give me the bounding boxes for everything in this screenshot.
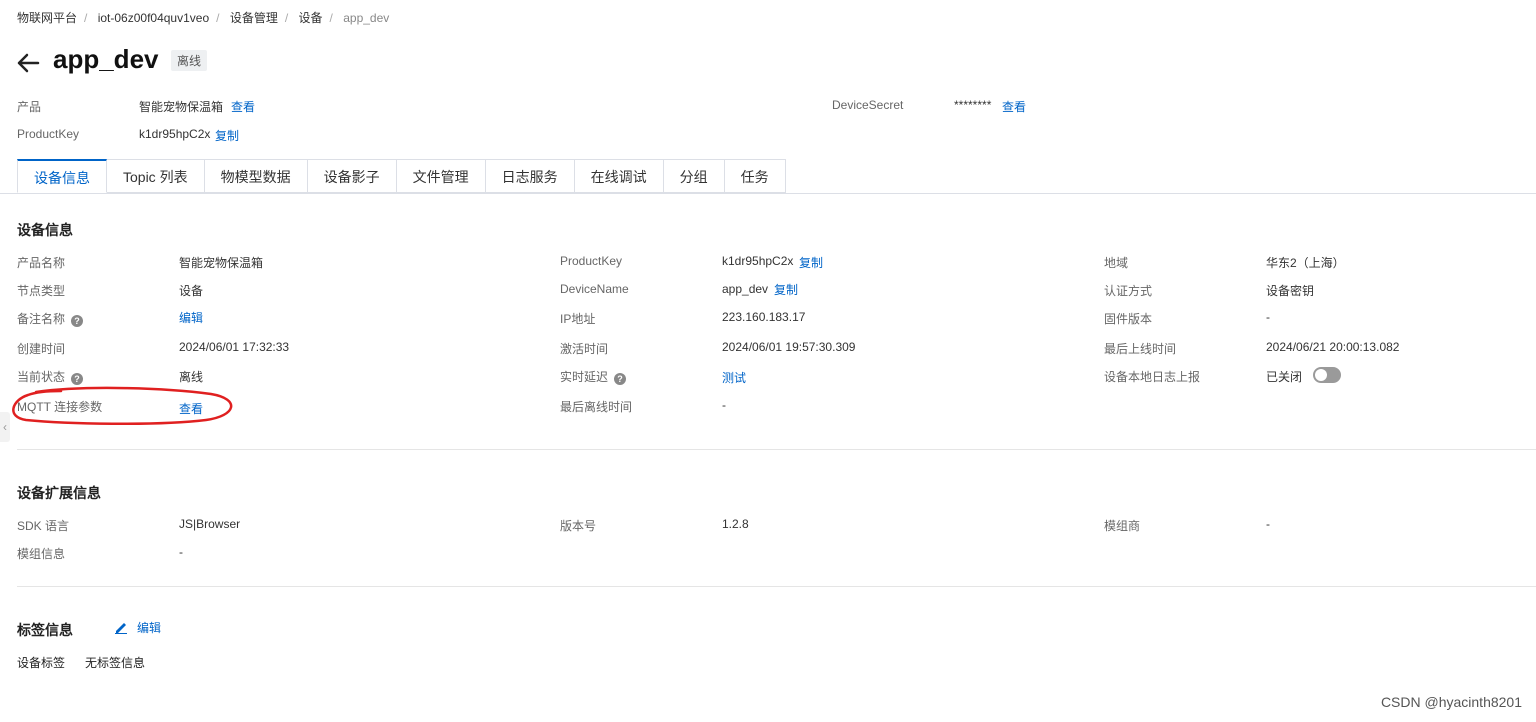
tab-file-management[interactable]: 文件管理	[396, 159, 486, 193]
divider	[17, 586, 1536, 587]
info-value: 智能宠物保温箱	[179, 256, 264, 270]
info-label: 当前状态?	[17, 368, 84, 385]
info-value: 设备密钥	[1266, 284, 1315, 298]
remark-edit-link[interactable]: 编辑	[179, 309, 203, 326]
tab-bar: 设备信息 Topic 列表 物模型数据 设备影子 文件管理 日志服务 在线调试 …	[17, 159, 786, 193]
info-label: 实时延迟?	[560, 368, 627, 385]
section-title-ext-info: 设备扩展信息	[17, 485, 101, 501]
productkey-label: ProductKey	[17, 127, 80, 141]
info-value: 2024/06/21 20:00:13.082	[1266, 340, 1400, 354]
breadcrumb: 物联网平台 / iot-06z00f04quv1veo / 设备管理 / 设备 / ap…	[17, 11, 390, 25]
product-view-link[interactable]: 查看	[231, 98, 255, 115]
info-value: JS|Browser	[179, 517, 241, 531]
tab-task[interactable]: 任务	[724, 159, 786, 193]
remark-label: 备注名称	[17, 312, 66, 326]
annotation-circle	[12, 386, 233, 426]
info-label: DeviceName	[560, 282, 629, 296]
productkey-value: k1dr95hpC2x	[139, 127, 211, 141]
info-value: -	[1266, 517, 1270, 531]
back-arrow-icon[interactable]	[16, 46, 40, 80]
log-report-toggle[interactable]	[1313, 367, 1341, 383]
section-title-device-info: 设备信息	[17, 222, 73, 238]
divider	[17, 449, 1536, 450]
tab-group[interactable]: 分组	[663, 159, 725, 193]
page-title: app_dev	[53, 44, 159, 74]
tag-edit-link[interactable]: 编辑	[137, 619, 161, 636]
sidebar-collapse-handle[interactable]: ‹	[0, 412, 10, 442]
watermark: CSDN @hyacinth8201	[1380, 694, 1522, 710]
tab-thing-model-data[interactable]: 物模型数据	[204, 159, 308, 193]
breadcrumb-item[interactable]: 设备	[299, 11, 323, 25]
info-label: 最后上线时间	[1104, 342, 1177, 356]
info-label: 固件版本	[1104, 312, 1153, 326]
productkey-copy-link[interactable]: 复制	[799, 254, 823, 271]
help-icon[interactable]: ?	[71, 315, 84, 327]
breadcrumb-item[interactable]: 设备管理	[230, 11, 278, 25]
info-value: 1.2.8	[722, 517, 749, 531]
info-label: 认证方式	[1104, 284, 1153, 298]
tab-online-debug[interactable]: 在线调试	[574, 159, 664, 193]
info-value: 2024/06/01 19:57:30.309	[722, 340, 856, 354]
breadcrumb-item[interactable]: iot-06z00f04quv1veo	[98, 11, 209, 25]
info-label: 设备本地日志上报	[1104, 370, 1201, 384]
tab-device-info[interactable]: 设备信息	[17, 159, 107, 193]
info-label: 产品名称	[17, 256, 66, 270]
info-label: 模组商	[1104, 519, 1141, 533]
info-label: 节点类型	[17, 284, 66, 298]
help-icon[interactable]: ?	[614, 373, 627, 385]
tab-log-service[interactable]: 日志服务	[485, 159, 575, 193]
info-value: 2024/06/01 17:32:33	[179, 340, 290, 354]
info-value: app_dev	[722, 282, 769, 296]
tag-label: 设备标签	[17, 656, 66, 670]
info-label: 激活时间	[560, 342, 609, 356]
info-label: ProductKey	[560, 254, 623, 268]
info-value: 223.160.183.17	[722, 310, 806, 324]
edit-pencil-icon[interactable]	[114, 620, 128, 634]
info-value: 华东2（上海）	[1266, 256, 1345, 270]
status-badge: 离线	[171, 50, 208, 71]
info-label: IP地址	[560, 312, 596, 326]
tab-topic-list[interactable]: Topic 列表	[107, 159, 205, 193]
breadcrumb-current: app_dev	[343, 11, 390, 25]
tab-device-shadow[interactable]: 设备影子	[307, 159, 397, 193]
info-label: SDK 语言	[17, 519, 70, 533]
help-icon[interactable]: ?	[71, 373, 84, 385]
productkey-copy-link[interactable]: 复制	[215, 127, 239, 144]
status-label: 当前状态	[17, 370, 66, 384]
log-report-status: 已关闭	[1266, 370, 1303, 384]
latency-label: 实时延迟	[560, 370, 609, 384]
tag-value: 无标签信息	[85, 656, 146, 670]
info-label: 最后离线时间	[560, 400, 633, 414]
latency-test-link[interactable]: 测试	[722, 369, 746, 386]
devicesecret-view-link[interactable]: 查看	[1002, 98, 1026, 115]
section-title-tag-info: 标签信息	[17, 622, 73, 638]
breadcrumb-item[interactable]: 物联网平台	[17, 11, 77, 25]
info-label: 创建时间	[17, 342, 66, 356]
info-value: 设备	[179, 284, 204, 298]
info-value: -	[722, 398, 726, 412]
product-label: 产品	[17, 100, 42, 114]
info-label: 模组信息	[17, 547, 66, 561]
info-value: 离线	[179, 370, 204, 384]
info-value: -	[1266, 310, 1270, 324]
info-label: 备注名称?	[17, 310, 84, 327]
info-label: 版本号	[560, 519, 597, 533]
devicename-copy-link[interactable]: 复制	[774, 281, 798, 298]
product-value: 智能宠物保温箱	[139, 100, 224, 114]
devicesecret-value: ********	[954, 98, 992, 112]
info-value: k1dr95hpC2x	[722, 254, 794, 268]
devicesecret-label: DeviceSecret	[832, 98, 904, 112]
info-label: 地域	[1104, 256, 1129, 270]
info-value: -	[179, 545, 183, 559]
